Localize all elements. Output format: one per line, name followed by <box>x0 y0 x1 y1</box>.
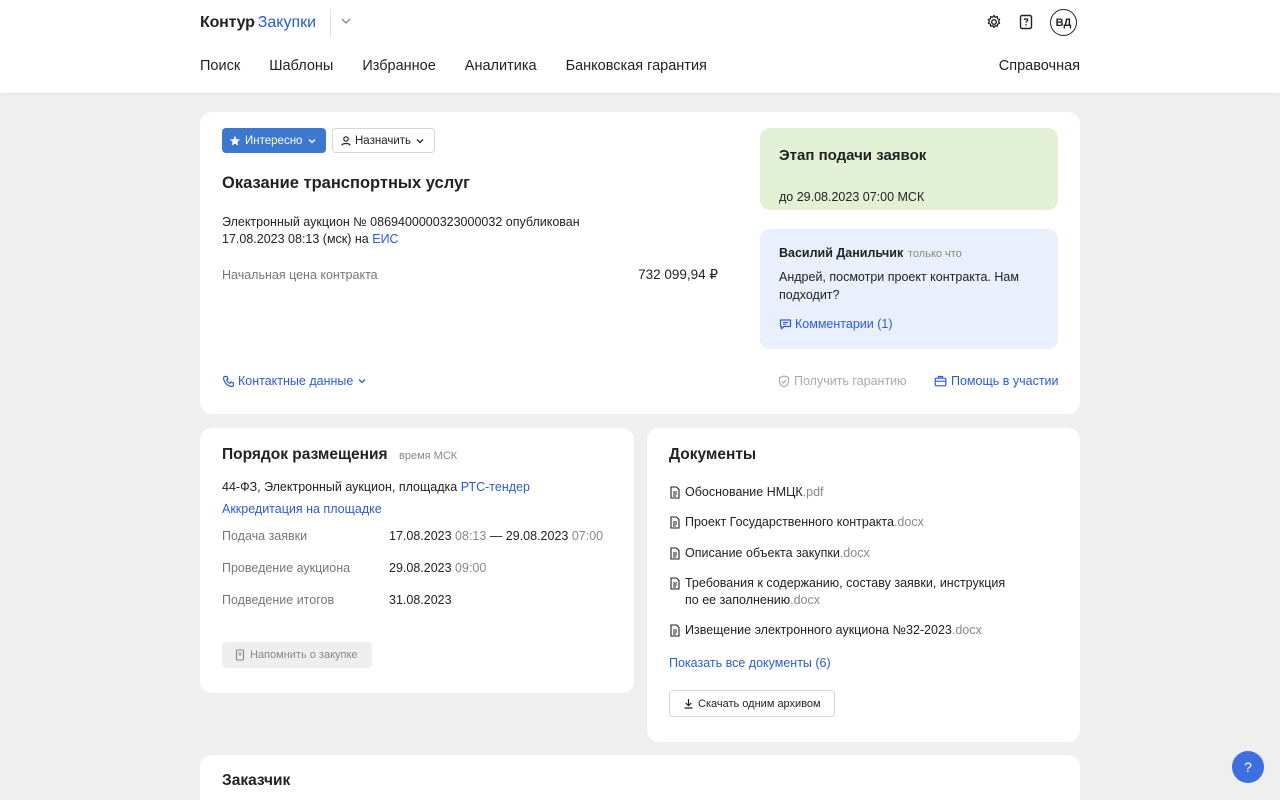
star-icon <box>229 135 241 146</box>
nav-item-bank-guarantee[interactable]: Банковская гарантия <box>566 58 707 74</box>
accreditation-link[interactable]: Аккредитация на площадке <box>222 502 382 516</box>
placement-order-card: Порядок размещения время МСК 44-ФЗ, Элек… <box>200 428 634 693</box>
get-guarantee-label: Получить гарантию <box>794 374 907 388</box>
comment-text: Андрей, посмотри проект контракта. Нам п… <box>779 270 1019 302</box>
auction-number-line: Электронный аукцион № 086940000032300003… <box>222 215 580 229</box>
comments-link-label: Комментарии (1) <box>795 317 893 331</box>
schedule-label: Подача заявки <box>222 529 308 543</box>
comment-panel: Василий Данильчик только что Андрей, пос… <box>760 229 1058 349</box>
gear-icon[interactable] <box>986 14 1002 30</box>
assign-button[interactable]: Назначить <box>332 128 435 153</box>
file-icon <box>670 486 680 499</box>
participation-help-button[interactable]: Помощь в участии <box>934 374 1059 388</box>
file-icon <box>670 577 680 590</box>
file-icon <box>670 547 680 560</box>
nav-item-search[interactable]: Поиск <box>200 58 240 74</box>
bell-icon <box>235 649 245 661</box>
get-guarantee-button[interactable]: Получить гарантию <box>778 374 907 388</box>
file-icon <box>670 516 680 529</box>
help-chat-button[interactable]: ? <box>1232 751 1264 783</box>
download-archive-label: Скачать одним архивом <box>698 697 821 710</box>
schedule-label: Подведение итогов <box>222 593 335 607</box>
stage-panel: Этап подачи заявок до 29.08.2023 07:00 М… <box>760 128 1058 210</box>
nav-item-favorites[interactable]: Избранное <box>362 58 435 74</box>
nav-item-reference[interactable]: Справочная <box>999 58 1080 74</box>
logo-main: Контур <box>200 14 255 31</box>
comment-author: Василий Данильчик <box>779 246 904 260</box>
contacts-toggle[interactable]: Контактные данные <box>222 374 367 388</box>
law-text: 44-ФЗ, Электронный аукцион, площадка <box>222 480 461 494</box>
product-switcher-chevron-icon[interactable] <box>339 14 353 28</box>
placement-order-title: Порядок размещения <box>222 446 388 463</box>
remind-label: Напомнить о закупке <box>250 649 358 661</box>
user-icon <box>341 135 351 146</box>
chevron-down-icon <box>416 138 424 143</box>
tender-title: Оказание транспортных услуг <box>222 174 471 192</box>
comment-icon <box>779 319 792 330</box>
download-icon <box>684 699 693 709</box>
file-icon <box>670 624 680 637</box>
remind-button[interactable]: Напомнить о закупке <box>222 642 372 668</box>
comment-time: только что <box>908 248 962 260</box>
logo-product: Закупки <box>257 14 317 31</box>
timezone-note: время МСК <box>399 450 458 462</box>
nav-item-analytics[interactable]: Аналитика <box>465 58 537 74</box>
briefcase-icon <box>934 375 947 387</box>
shield-icon <box>778 374 790 388</box>
documents-title: Документы <box>669 446 757 463</box>
eis-link[interactable]: ЕИС <box>372 232 398 246</box>
phone-icon <box>222 375 235 387</box>
main-nav: Поиск Шаблоны Избранное Аналитика Банков… <box>200 58 736 74</box>
stage-title: Этап подачи заявок <box>779 147 927 164</box>
interesting-label: Интересно <box>245 134 303 147</box>
top-header: Контур Закупки ВД Поиск Шаблоны Избранно… <box>0 0 1280 93</box>
platform-link[interactable]: РТС-тендер <box>461 480 530 494</box>
download-archive-button[interactable]: Скачать одним архивом <box>669 690 835 717</box>
schedule-value: 29.08.2023 09:00 <box>389 561 487 575</box>
document-item[interactable]: Проект Государственного контракта.docx <box>669 514 924 531</box>
auction-published-line: 17.08.2023 08:13 (мск) на <box>222 232 373 246</box>
schedule-value: 31.08.2023 <box>389 593 452 607</box>
chevron-down-icon <box>308 138 316 143</box>
interesting-button[interactable]: Интересно <box>222 128 326 153</box>
schedule-label: Проведение аукциона <box>222 561 351 575</box>
customer-card: Заказчик <box>200 755 1080 800</box>
law-platform-line: 44-ФЗ, Электронный аукцион, площадка РТС… <box>222 480 530 494</box>
schedule-value: 17.08.2023 08:13 — 29.08.2023 07:00 <box>389 529 604 543</box>
price-label: Начальная цена контракта <box>222 268 378 282</box>
document-item[interactable]: Обоснование НМЦК.pdf <box>669 484 824 501</box>
help-book-icon[interactable] <box>1018 14 1034 30</box>
contacts-label: Контактные данные <box>238 374 354 388</box>
document-item[interactable]: Требования к содержанию, составу заявки,… <box>669 575 1005 609</box>
logo[interactable]: Контур Закупки <box>200 13 316 33</box>
assign-label: Назначить <box>355 134 412 147</box>
nav-item-templates[interactable]: Шаблоны <box>269 58 333 74</box>
stage-deadline: до 29.08.2023 07:00 МСК <box>779 190 925 204</box>
auction-info: Электронный аукцион № 086940000032300003… <box>222 214 642 248</box>
customer-title: Заказчик <box>222 772 291 789</box>
documents-card: Документы Обоснование НМЦК.pdf Проект Го… <box>647 428 1080 742</box>
chevron-down-icon <box>358 379 366 384</box>
show-all-documents-link[interactable]: Показать все документы (6) <box>669 656 831 670</box>
document-item[interactable]: Описание объекта закупки.docx <box>669 545 870 562</box>
tender-main-card: Интересно Назначить Оказание транспортны… <box>200 112 1080 414</box>
document-item[interactable]: Извещение электронного аукциона №32-2023… <box>669 622 982 639</box>
comments-link[interactable]: Комментарии (1) <box>779 317 892 331</box>
participation-help-label: Помощь в участии <box>951 374 1059 388</box>
avatar[interactable]: ВД <box>1050 9 1077 36</box>
price-value: 732 099,94 ₽ <box>638 267 718 282</box>
logo-divider <box>330 9 331 37</box>
